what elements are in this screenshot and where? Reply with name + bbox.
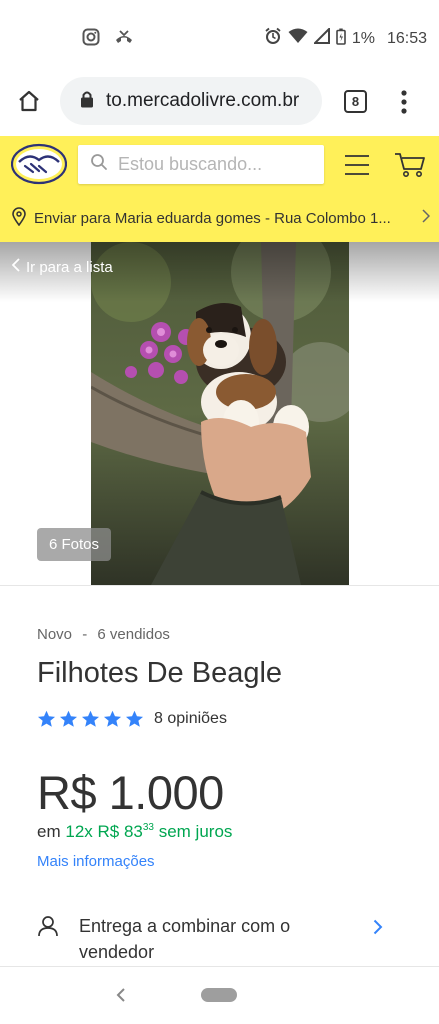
chevron-right-icon	[373, 919, 383, 940]
more-options-icon[interactable]	[401, 90, 407, 119]
photo-count-badge: 6 Fotos	[37, 528, 111, 561]
missed-call-icon	[114, 28, 134, 51]
delivery-address-text: Enviar para Maria eduarda gomes - Rua Co…	[34, 209, 391, 227]
browser-toolbar: to.mercadolivre.com.br 8	[0, 68, 439, 136]
rating-stars	[37, 710, 144, 728]
condition-label: Novo	[37, 626, 73, 643]
product-title: Filhotes De Beagle	[37, 657, 283, 689]
battery-icon	[336, 28, 346, 50]
star-icon	[103, 710, 122, 727]
chevron-right-icon	[422, 209, 431, 227]
review-count: 8 opiniões	[154, 710, 227, 727]
star-icon	[59, 710, 78, 727]
installment-info: em 12x R$ 8333 sem juros	[37, 822, 232, 842]
product-price: R$ 1.000	[37, 766, 224, 819]
star-icon	[81, 710, 100, 727]
product-gallery[interactable]: Ir para a lista 6 Fotos	[0, 242, 439, 585]
clock: 16:53	[386, 29, 427, 47]
star-icon	[37, 710, 56, 727]
battery-percent: 1%	[351, 29, 375, 47]
status-bar: 1% 16:53	[0, 0, 439, 68]
installment-amount: 12x R$ 8333	[65, 822, 154, 841]
star-icon	[125, 710, 144, 727]
system-navigation-bar	[0, 967, 439, 1024]
divider	[0, 585, 439, 586]
tab-switcher-button[interactable]: 8	[344, 90, 367, 113]
search-icon	[90, 153, 108, 176]
back-to-list-label: Ir para a lista	[26, 258, 113, 276]
product-condition: Novo - 6 vendidos	[37, 626, 170, 643]
product-rating[interactable]: 8 opiniões	[37, 710, 227, 728]
delivery-option-label: Entrega a combinar com o vendedor	[79, 916, 291, 962]
back-to-list-link[interactable]: Ir para a lista	[11, 258, 113, 276]
home-icon[interactable]	[17, 89, 41, 118]
instagram-icon	[82, 28, 100, 51]
wifi-icon	[288, 28, 308, 49]
menu-icon[interactable]	[344, 154, 370, 181]
home-gesture-pill[interactable]	[201, 988, 237, 1002]
installment-prefix: em	[37, 822, 61, 841]
search-placeholder: Estou buscando...	[118, 154, 263, 174]
cart-icon[interactable]	[394, 152, 426, 183]
site-header: Estou buscando...	[0, 136, 439, 194]
alarm-icon	[264, 27, 282, 50]
back-nav-icon[interactable]	[116, 987, 126, 1008]
installment-suffix: sem juros	[158, 822, 233, 841]
signal-icon	[312, 26, 330, 49]
location-pin-icon	[12, 206, 26, 230]
sold-count: 6 vendidos	[97, 626, 170, 643]
lock-icon	[80, 90, 94, 113]
person-icon	[37, 915, 59, 965]
address-bar[interactable]: to.mercadolivre.com.br	[60, 77, 322, 125]
delivery-address-bar[interactable]: Enviar para Maria eduarda gomes - Rua Co…	[0, 194, 439, 242]
search-input[interactable]: Estou buscando...	[78, 145, 324, 184]
url-text: to.mercadolivre.com.br	[106, 90, 300, 111]
delivery-option[interactable]: Entrega a combinar com o vendedor	[37, 913, 397, 965]
condition-separator: -	[82, 626, 88, 643]
more-info-link[interactable]: Mais informações	[37, 853, 155, 870]
chevron-left-icon	[11, 258, 20, 276]
installment-cents: 33	[142, 822, 154, 833]
mercadolivre-logo[interactable]	[10, 142, 68, 191]
